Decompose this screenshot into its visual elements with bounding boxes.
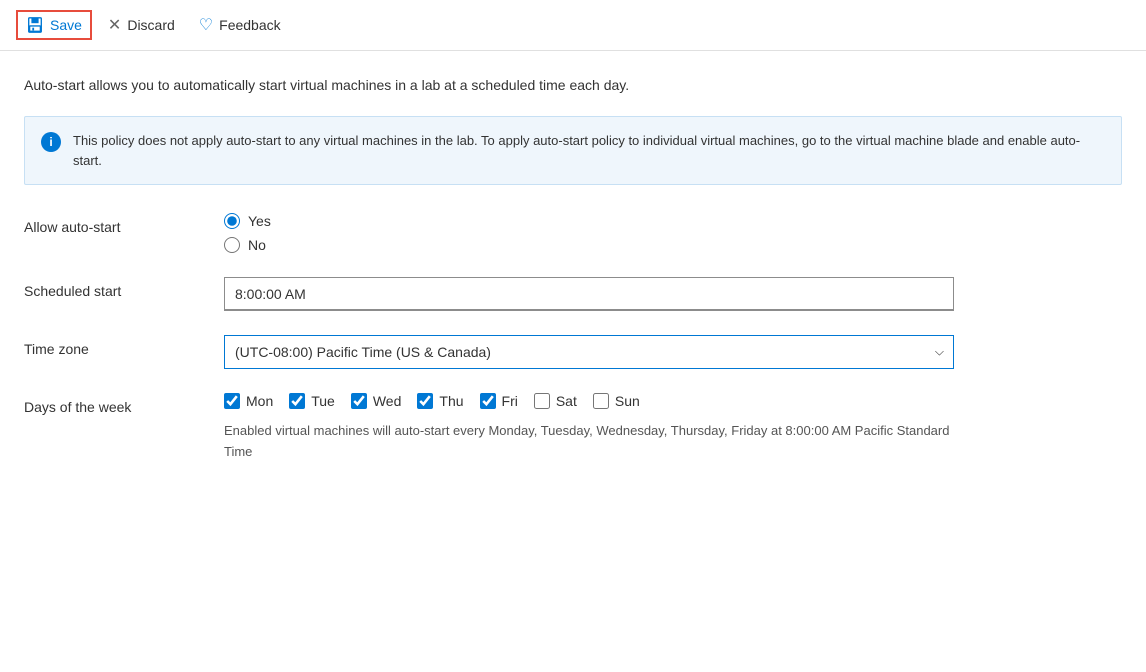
timezone-select-wrapper: (UTC-08:00) Pacific Time (US & Canada) ⌵ — [224, 335, 954, 369]
info-icon: i — [41, 132, 61, 152]
save-label: Save — [50, 17, 82, 33]
checkbox-tue-input[interactable] — [289, 393, 305, 409]
allow-autostart-control: Yes No — [224, 213, 954, 253]
scheduled-start-label: Scheduled start — [24, 277, 224, 299]
allow-autostart-label: Allow auto-start — [24, 213, 224, 235]
form-section: Allow auto-start Yes No Scheduled start — [24, 213, 1122, 463]
checkbox-tue-item[interactable]: Tue — [289, 393, 335, 409]
days-control: Mon Tue Wed Thu — [224, 393, 954, 463]
discard-icon: ✕ — [108, 15, 121, 35]
main-content: Auto-start allows you to automatically s… — [0, 51, 1146, 487]
days-label: Days of the week — [24, 393, 224, 415]
timezone-control: (UTC-08:00) Pacific Time (US & Canada) ⌵ — [224, 335, 954, 369]
timezone-label: Time zone — [24, 335, 224, 357]
scheduled-start-control — [224, 277, 954, 311]
radio-yes-input[interactable] — [224, 213, 240, 229]
checkbox-sun-item[interactable]: Sun — [593, 393, 640, 409]
scheduled-start-input[interactable] — [224, 277, 954, 311]
radio-yes-item[interactable]: Yes — [224, 213, 954, 229]
checkbox-wed-input[interactable] — [351, 393, 367, 409]
timezone-select[interactable]: (UTC-08:00) Pacific Time (US & Canada) — [224, 335, 954, 369]
feedback-label: Feedback — [219, 17, 280, 33]
info-text: This policy does not apply auto-start to… — [73, 131, 1105, 170]
checkbox-sun-input[interactable] — [593, 393, 609, 409]
feedback-button[interactable]: ♡ Feedback — [191, 11, 289, 39]
radio-group: Yes No — [224, 213, 954, 253]
autostart-summary: Enabled virtual machines will auto-start… — [224, 421, 954, 463]
checkbox-sun-label: Sun — [615, 393, 640, 409]
checkbox-tue-label: Tue — [311, 393, 335, 409]
scheduled-start-row: Scheduled start — [24, 277, 1122, 311]
checkbox-row: Mon Tue Wed Thu — [224, 393, 954, 409]
info-box: i This policy does not apply auto-start … — [24, 116, 1122, 185]
discard-label: Discard — [127, 17, 174, 33]
checkbox-thu-item[interactable]: Thu — [417, 393, 463, 409]
timezone-row: Time zone (UTC-08:00) Pacific Time (US &… — [24, 335, 1122, 369]
checkbox-sat-input[interactable] — [534, 393, 550, 409]
checkbox-mon-input[interactable] — [224, 393, 240, 409]
checkbox-mon-label: Mon — [246, 393, 273, 409]
checkbox-mon-item[interactable]: Mon — [224, 393, 273, 409]
toolbar: Save ✕ Discard ♡ Feedback — [0, 0, 1146, 51]
checkbox-thu-input[interactable] — [417, 393, 433, 409]
radio-no-item[interactable]: No — [224, 237, 954, 253]
checkbox-fri-input[interactable] — [480, 393, 496, 409]
feedback-icon: ♡ — [199, 15, 213, 35]
allow-autostart-row: Allow auto-start Yes No — [24, 213, 1122, 253]
radio-no-input[interactable] — [224, 237, 240, 253]
radio-yes-label: Yes — [248, 213, 271, 229]
radio-no-label: No — [248, 237, 266, 253]
save-button[interactable]: Save — [16, 10, 92, 40]
checkbox-thu-label: Thu — [439, 393, 463, 409]
save-icon — [26, 16, 44, 34]
checkbox-wed-label: Wed — [373, 393, 402, 409]
checkbox-sat-item[interactable]: Sat — [534, 393, 577, 409]
checkbox-fri-item[interactable]: Fri — [480, 393, 518, 409]
discard-button[interactable]: ✕ Discard — [100, 11, 183, 39]
checkbox-wed-item[interactable]: Wed — [351, 393, 402, 409]
page-description: Auto-start allows you to automatically s… — [24, 75, 1122, 96]
checkbox-fri-label: Fri — [502, 393, 518, 409]
checkbox-sat-label: Sat — [556, 393, 577, 409]
days-row: Days of the week Mon Tue Wed — [24, 393, 1122, 463]
